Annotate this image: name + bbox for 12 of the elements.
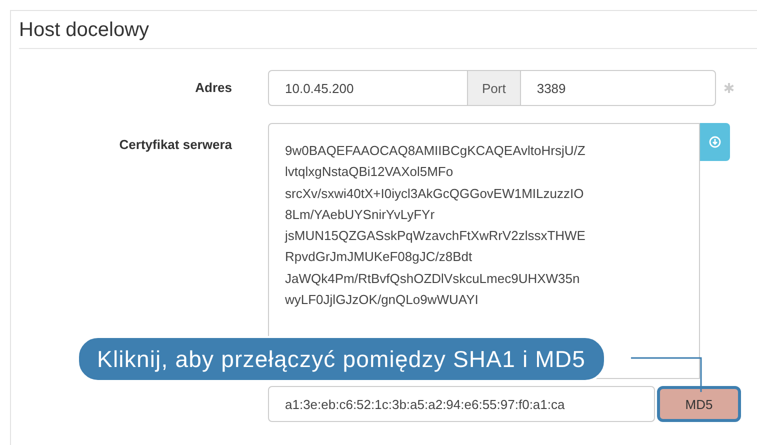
- port-label: Port: [468, 70, 520, 106]
- port-field[interactable]: 3389: [520, 70, 716, 106]
- section-title: Host docelowy: [19, 19, 757, 49]
- download-icon: [709, 136, 721, 148]
- tooltip: Kliknij, aby przełączyć pomiędzy SHA1 i MD5: [77, 336, 606, 382]
- fingerprint-field[interactable]: a1:3e:eb:c6:52:1c:3b:a5:a2:94:e6:55:97:f0:a1:ca: [268, 386, 655, 422]
- download-button[interactable]: [700, 123, 730, 161]
- md5-toggle-button[interactable]: MD5: [657, 386, 741, 422]
- address-field[interactable]: 10.0.45.200: [268, 70, 468, 106]
- leader-line: [631, 357, 702, 392]
- field-label: Certyfikat serwera: [119, 136, 232, 152]
- field-label: Adres: [195, 79, 232, 95]
